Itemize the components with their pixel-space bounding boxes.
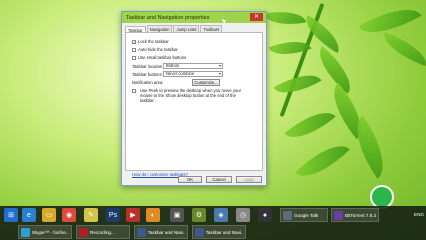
- task-taskbar-nav-1[interactable]: Taskbar and Navi...: [134, 225, 188, 239]
- close-icon[interactable]: ✕: [250, 13, 263, 21]
- chevron-down-icon: ▾: [218, 63, 221, 68]
- notes-icon[interactable]: ✎: [84, 208, 98, 222]
- task-skype[interactable]: Skype™ - foxfire...: [18, 225, 72, 239]
- app-icon[interactable]: ▣: [170, 208, 184, 222]
- lock-taskbar-checkbox[interactable]: ✓: [132, 39, 136, 44]
- apply-button[interactable]: Apply: [236, 176, 262, 183]
- buttons-select[interactable]: Never combine ▾: [163, 71, 223, 77]
- notification-label: Notification area:: [132, 80, 164, 85]
- window-icon: [195, 227, 204, 237]
- taskbar: ⊞ e ▭ ◉ ✎ Ps ▶ ◐ ▣ ⚙ ◈ ◷ ● Google Talk B…: [0, 206, 426, 240]
- auto-hide-checkbox[interactable]: [132, 47, 136, 52]
- leaf: [268, 33, 312, 63]
- start-icon[interactable]: ⊞: [4, 208, 18, 222]
- skype-icon: [21, 227, 30, 237]
- recorder-icon[interactable]: ●: [258, 208, 272, 222]
- task-bittorrent[interactable]: BitTorrent 7.8.2: [331, 208, 379, 222]
- task-label: Taskbar and Navi...: [205, 229, 243, 235]
- task-label: Google Talk: [294, 212, 319, 218]
- recording-icon: [79, 227, 88, 237]
- peek-option[interactable]: [132, 89, 136, 93]
- buttons-label: Taskbar buttons:: [132, 72, 163, 77]
- clock-icon[interactable]: ◷: [236, 208, 250, 222]
- lock-taskbar-label: Lock the taskbar: [138, 39, 169, 44]
- small-buttons-checkbox[interactable]: [132, 55, 136, 60]
- media-icon[interactable]: ▶: [126, 208, 140, 222]
- location-value: Bottom: [166, 63, 180, 68]
- language-indicator[interactable]: ENG: [414, 212, 424, 217]
- peek-checkbox[interactable]: [132, 89, 136, 93]
- small-buttons-option[interactable]: Use small taskbar buttons: [132, 55, 186, 60]
- task-recording[interactable]: Recording...: [76, 225, 130, 239]
- auto-hide-option[interactable]: Auto-hide the taskbar: [132, 47, 178, 52]
- cancel-button[interactable]: Cancel: [206, 176, 232, 183]
- google-talk-icon: [283, 210, 292, 220]
- leaf: [263, 6, 307, 30]
- customize-button[interactable]: Customize...: [192, 79, 220, 86]
- task-taskbar-nav-2[interactable]: Taskbar and Navi...: [192, 225, 246, 239]
- location-select[interactable]: Bottom ▾: [163, 63, 223, 69]
- dialog-title: Taskbar and Navigation properties: [126, 14, 210, 21]
- buttons-value: Never combine: [166, 71, 195, 76]
- lock-taskbar-option[interactable]: ✓ Lock the taskbar: [132, 39, 169, 44]
- taskbar-properties-dialog: Taskbar and Navigation properties ✕ Task…: [121, 11, 267, 186]
- task-label: Taskbar and Navi...: [147, 229, 185, 235]
- chevron-down-icon: ▾: [218, 71, 221, 76]
- leaf: [378, 31, 426, 67]
- task-google-talk[interactable]: Google Talk: [280, 208, 328, 222]
- small-buttons-label: Use small taskbar buttons: [138, 55, 187, 60]
- ie-icon[interactable]: e: [22, 208, 36, 222]
- photoshop-icon[interactable]: Ps: [106, 208, 120, 222]
- peek-label: Use Peek to preview the desktop when you…: [140, 88, 242, 103]
- settings-icon[interactable]: ⚙: [192, 208, 206, 222]
- task-label: BitTorrent 7.8.2: [344, 212, 376, 218]
- bittorrent-icon: [334, 210, 343, 220]
- task-label: Skype™ - foxfire...: [31, 229, 69, 235]
- ok-button[interactable]: OK: [178, 176, 202, 183]
- explorer-icon[interactable]: ▭: [42, 208, 56, 222]
- window-icon: [137, 227, 146, 237]
- leaf: [284, 101, 336, 149]
- chrome-icon[interactable]: ◉: [62, 208, 76, 222]
- auto-hide-label: Auto-hide the taskbar: [138, 47, 178, 52]
- task-label: Recording...: [90, 229, 115, 235]
- gallery-icon[interactable]: ◈: [214, 208, 228, 222]
- leaf: [295, 133, 350, 189]
- tab-panel: ✓ Lock the taskbar Auto-hide the taskbar…: [125, 32, 263, 177]
- firefox-icon[interactable]: ◐: [146, 208, 160, 222]
- dialog-titlebar[interactable]: Taskbar and Navigation properties ✕: [122, 12, 266, 23]
